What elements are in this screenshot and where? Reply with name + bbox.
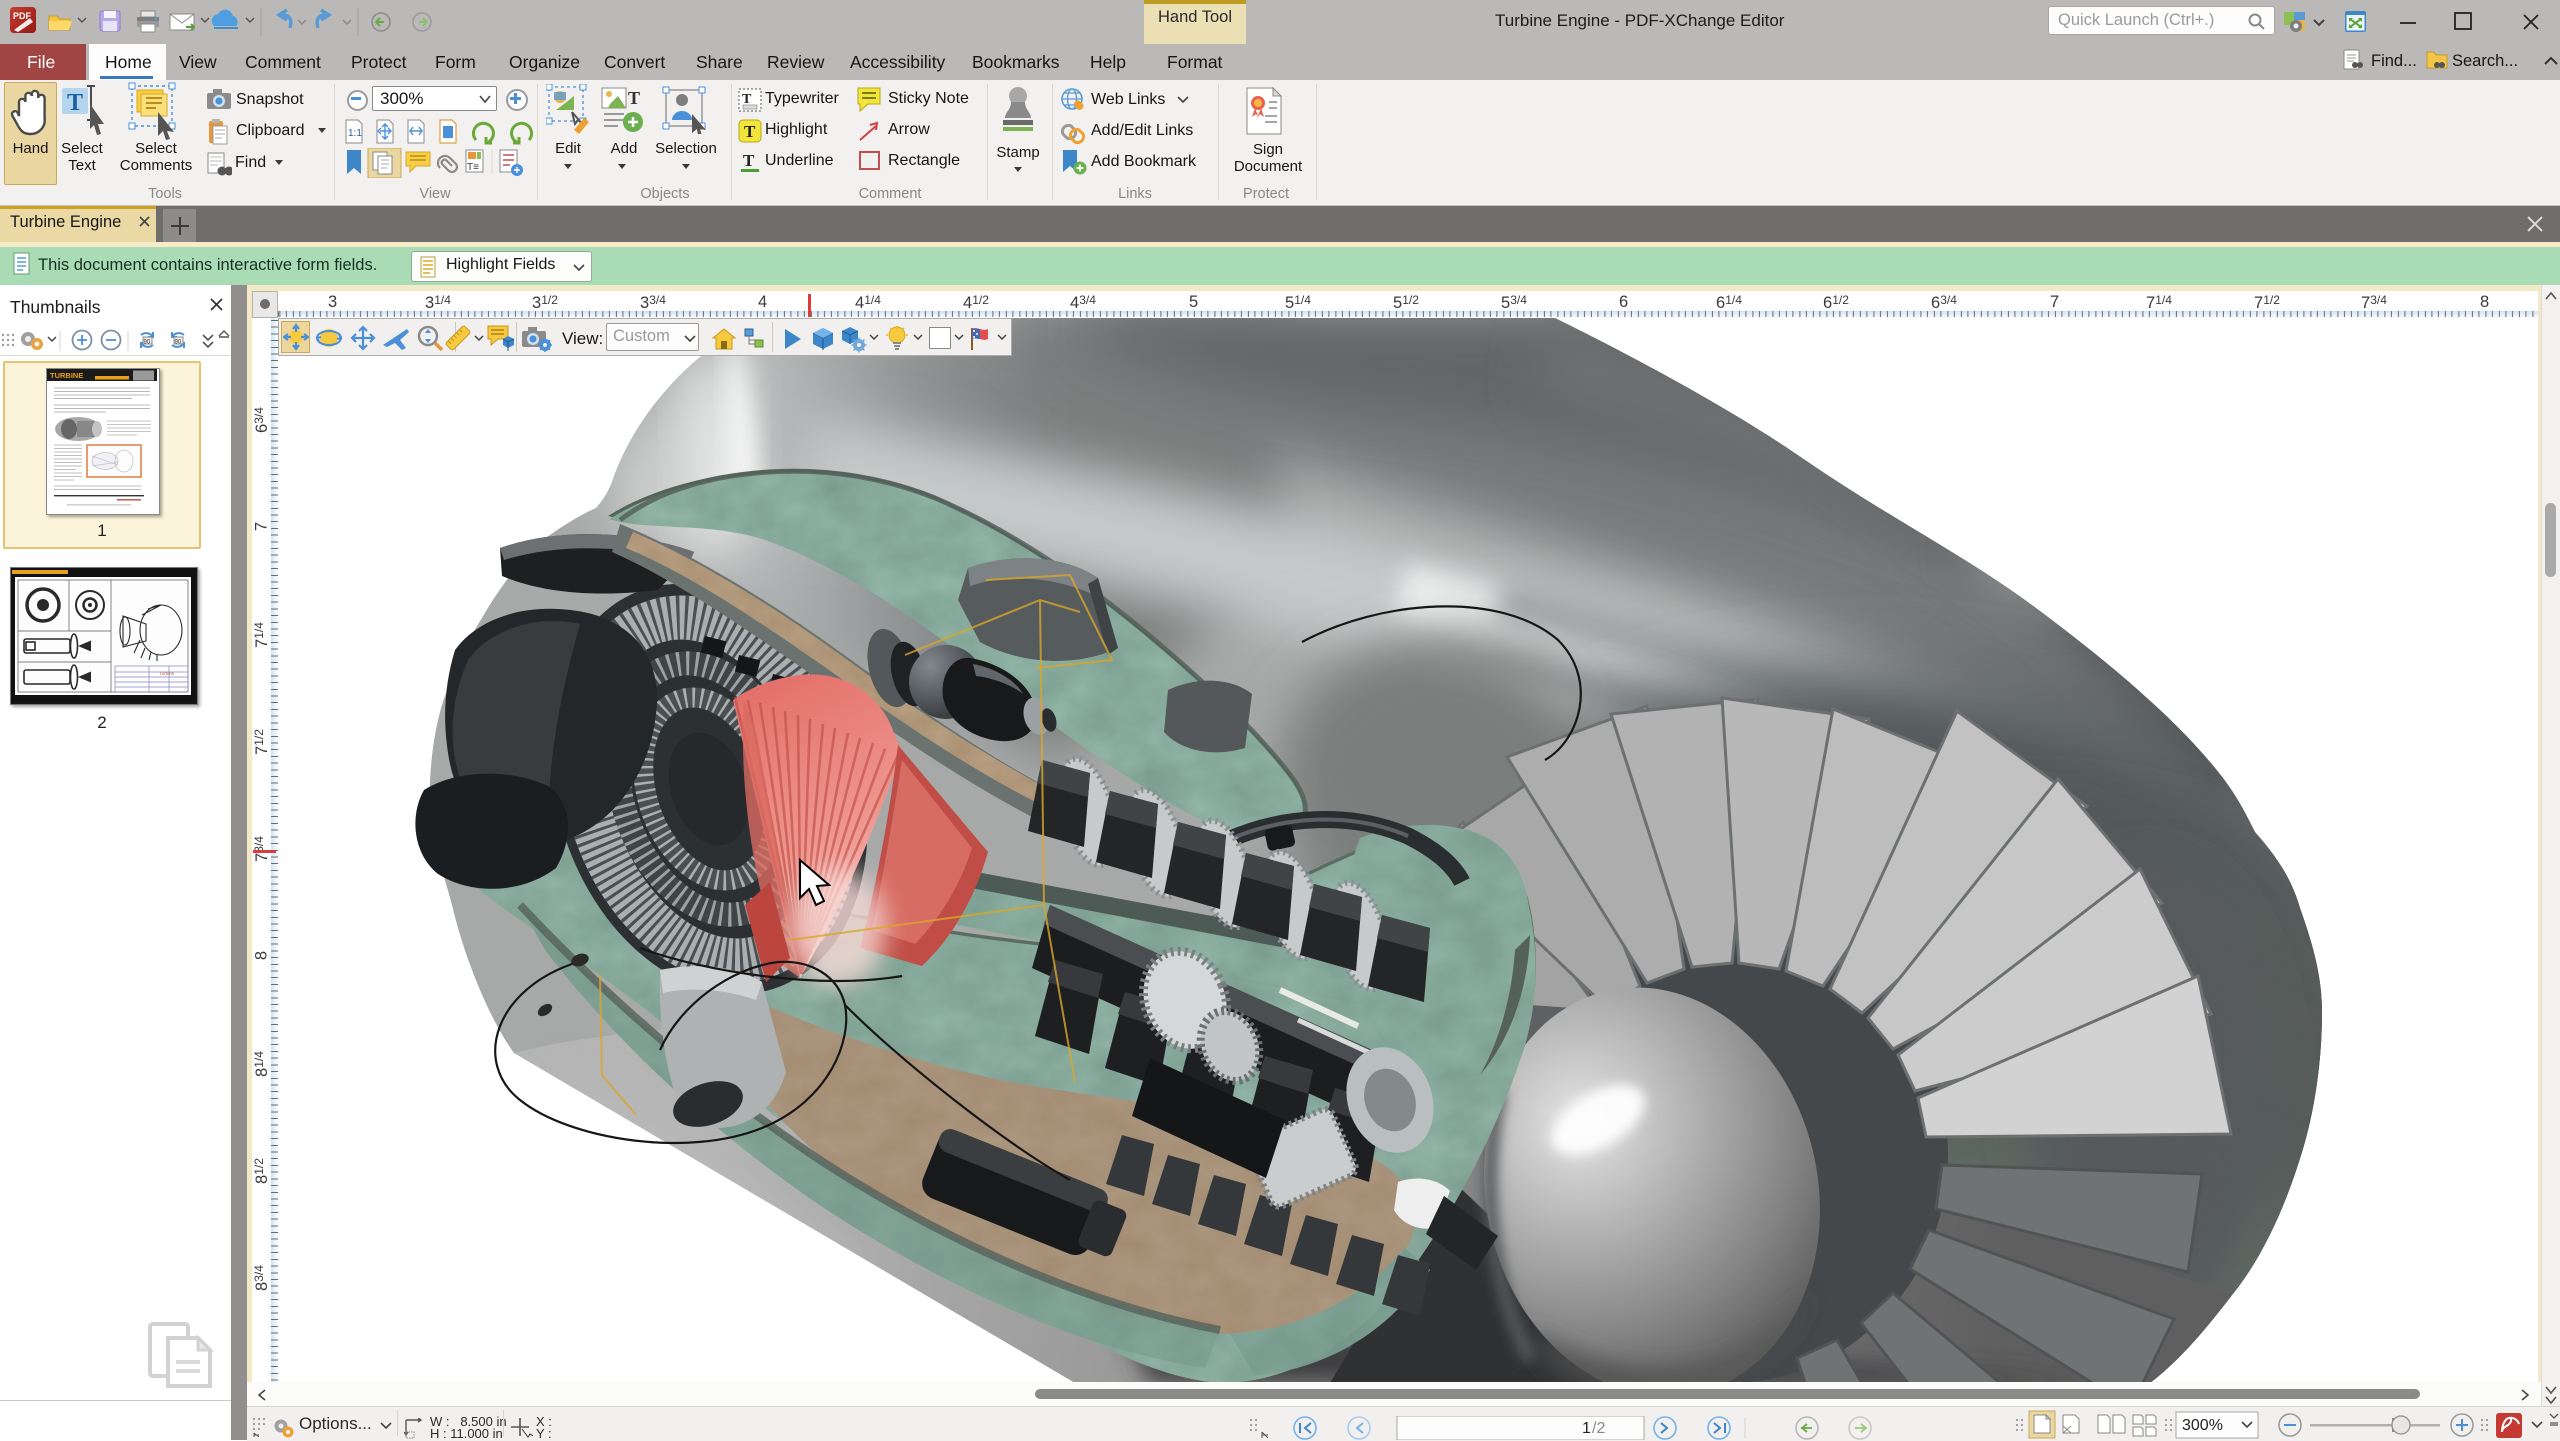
svg-text:1:1: 1:1 <box>348 128 362 139</box>
svg-text:Turbine: Turbine <box>159 671 175 676</box>
svg-text:90: 90 <box>144 340 151 346</box>
svg-text:TURBINE: TURBINE <box>50 371 83 380</box>
svg-text:T: T <box>628 88 640 108</box>
svg-text:1: 1 <box>1582 1420 1591 1437</box>
svg-text:T: T <box>744 122 756 141</box>
svg-text:T≡: T≡ <box>467 162 479 173</box>
svg-text:/2: /2 <box>1592 1420 1605 1437</box>
svg-text:300%: 300% <box>2182 1417 2223 1434</box>
svg-text:T: T <box>743 151 755 170</box>
svg-text:90: 90 <box>175 340 182 346</box>
svg-text:T: T <box>67 90 83 116</box>
